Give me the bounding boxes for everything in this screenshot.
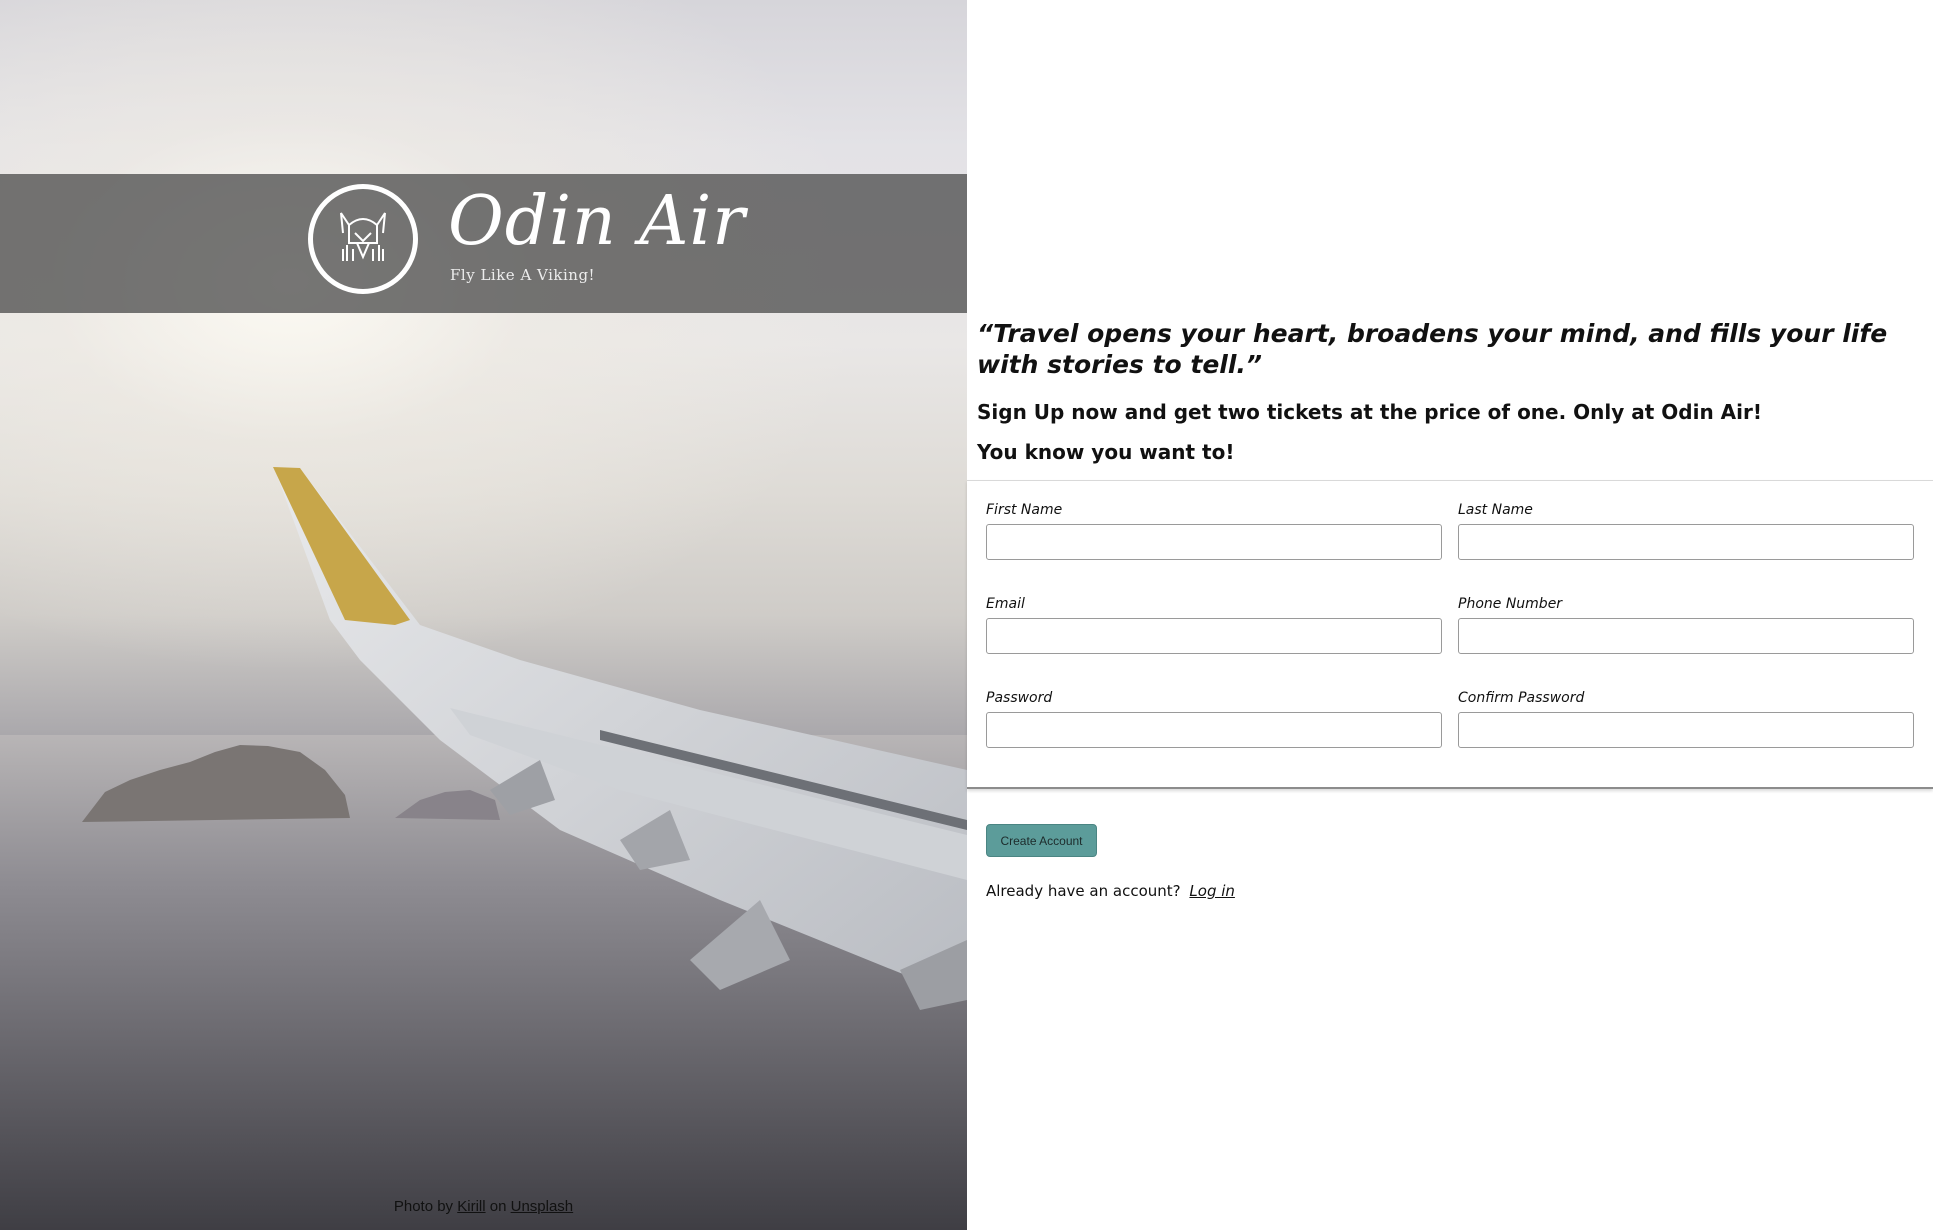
photo-credit: Photo by Kirill on Unsplash <box>0 1198 967 1215</box>
signup-panel: “Travel opens your heart, broadens your … <box>967 0 1933 1230</box>
signup-form: First Name Last Name Email Phone Number … <box>967 480 1933 789</box>
password-label: Password <box>986 690 1053 706</box>
phone-label: Phone Number <box>1458 596 1563 612</box>
email-input[interactable] <box>986 618 1442 654</box>
login-prompt-text: Already have an account? <box>986 882 1181 900</box>
first-name-field: First Name <box>986 501 1442 560</box>
travel-quote: “Travel opens your heart, broadens your … <box>977 319 1888 379</box>
brand-name: Odin Air <box>448 182 746 261</box>
credit-middle: on <box>489 1198 507 1215</box>
promo-text: Sign Up now and get two tickets at the p… <box>977 400 1762 424</box>
winglet <box>273 467 410 625</box>
promo-subtext: You know you want to! <box>977 440 1235 464</box>
last-name-input[interactable] <box>1458 524 1914 560</box>
last-name-field: Last Name <box>1458 501 1914 560</box>
hero-panel: Odin Air Fly Like A Viking! Photo by Kir… <box>0 0 967 1230</box>
password-input[interactable] <box>986 712 1442 748</box>
last-name-label: Last Name <box>1458 502 1533 518</box>
confirm-password-label: Confirm Password <box>1458 690 1585 706</box>
login-link[interactable]: Log in <box>1189 882 1235 900</box>
confirm-password-field: Confirm Password <box>1458 689 1914 748</box>
login-prompt: Already have an account? Log in <box>986 882 1235 900</box>
create-account-button[interactable]: Create Account <box>986 824 1097 857</box>
email-field: Email <box>986 595 1442 654</box>
password-field: Password <box>986 689 1442 748</box>
credit-site-link[interactable]: Unsplash <box>511 1198 574 1215</box>
credit-author-link[interactable]: Kirill <box>457 1198 485 1215</box>
first-name-input[interactable] <box>986 524 1442 560</box>
email-label: Email <box>986 596 1025 612</box>
credit-prefix: Photo by <box>393 1198 454 1215</box>
first-name-label: First Name <box>986 502 1063 518</box>
brand-tagline: Fly Like A Viking! <box>450 266 596 284</box>
phone-input[interactable] <box>1458 618 1914 654</box>
phone-field: Phone Number <box>1458 595 1914 654</box>
confirm-password-input[interactable] <box>1458 712 1914 748</box>
viking-helmet-logo-icon <box>308 184 418 294</box>
